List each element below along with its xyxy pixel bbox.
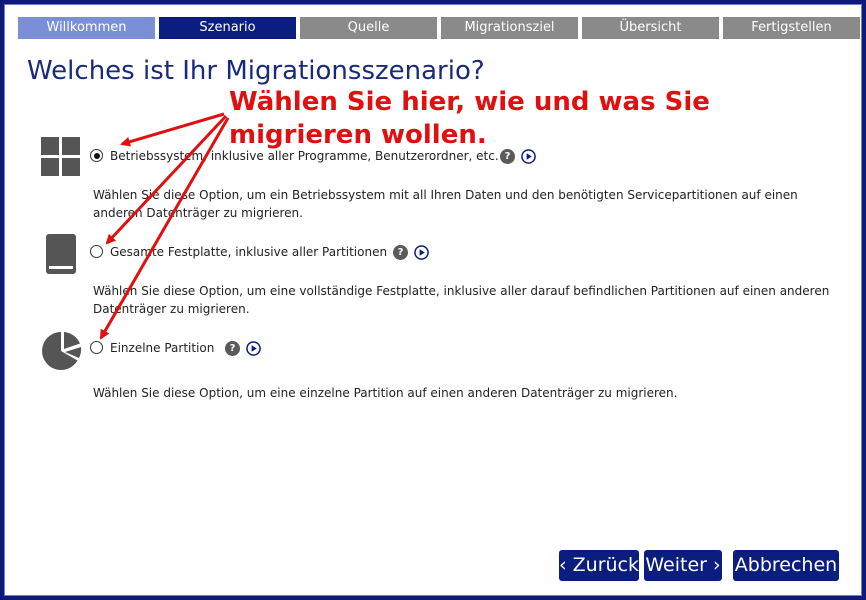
- cancel-button[interactable]: Abbrechen: [733, 550, 839, 581]
- next-button[interactable]: Weiter ›: [644, 550, 722, 581]
- back-button[interactable]: ‹ Zurück: [559, 550, 639, 581]
- wizard-window: Willkommen Szenario Quelle Migrationszie…: [0, 0, 866, 600]
- annotation-arrows: [99, 112, 230, 340]
- arrow-to-option-1: [120, 112, 225, 147]
